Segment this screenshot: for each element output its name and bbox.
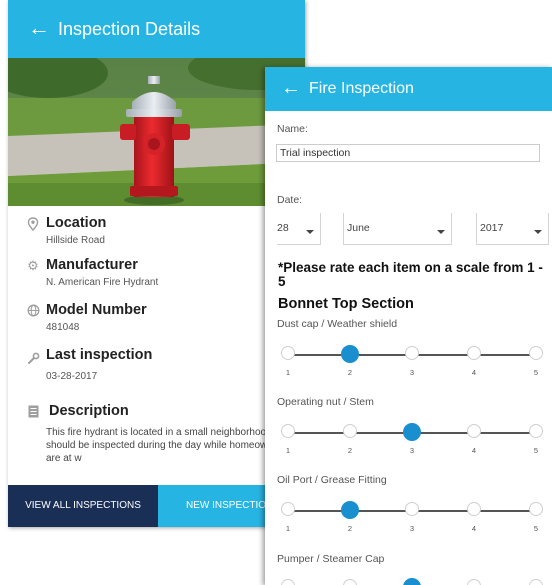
rating-number: 1 (285, 368, 291, 377)
location-label: Location (46, 215, 107, 231)
globe-icon (26, 304, 40, 318)
rating-number: 2 (347, 368, 353, 377)
details-header: ← Inspection Details (8, 0, 305, 58)
question-label: Pumper / Steamer Cap (277, 553, 385, 565)
rating-number: 2 (347, 524, 353, 533)
rating-number: 3 (409, 524, 415, 533)
rating-option-2[interactable] (341, 345, 359, 363)
rating-option-4[interactable] (467, 502, 481, 516)
description-label: Description (49, 403, 129, 419)
rating-option-1[interactable] (281, 579, 295, 585)
rating-option-5[interactable] (529, 424, 543, 438)
section-title: Bonnet Top Section (278, 296, 414, 312)
day-select[interactable]: 28 (277, 213, 321, 245)
name-label: Name: (277, 123, 308, 135)
rating-number: 4 (471, 524, 477, 533)
rating-option-1[interactable] (281, 346, 295, 360)
chevron-down-icon (437, 230, 445, 234)
date-label: Date: (277, 194, 303, 206)
rating-number: 2 (347, 446, 353, 455)
gear-icon: ⚙ (27, 258, 39, 273)
question-label: Oil Port / Grease Fitting (277, 474, 387, 486)
rating-number: 3 (409, 368, 415, 377)
rating-slider[interactable]: 12345 (265, 578, 552, 585)
model-number-value: 481048 (46, 322, 80, 333)
rating-option-4[interactable] (467, 579, 481, 585)
rating-option-2[interactable] (343, 424, 357, 438)
description-value: This fire hydrant is located in a small … (46, 427, 296, 464)
rating-slider[interactable]: 1 2 3 4 5 (265, 501, 552, 536)
chevron-down-icon (306, 230, 314, 234)
rating-number: 5 (533, 446, 539, 455)
rating-option-3[interactable] (405, 346, 419, 360)
details-title: Inspection Details (58, 19, 201, 39)
back-arrow-icon[interactable]: ← (281, 78, 301, 98)
last-inspection-label: Last inspection (46, 347, 153, 363)
rating-number: 4 (471, 446, 477, 455)
globe-icon-svg (27, 304, 39, 317)
rating-option-2[interactable] (341, 501, 359, 519)
fire-inspection-screen: ← Fire Inspection Name: Trial inspection… (265, 67, 552, 585)
location-pin-icon (26, 217, 40, 231)
day-value: 28 (277, 222, 289, 234)
rating-option-3[interactable] (403, 423, 421, 441)
rating-number: 1 (285, 446, 291, 455)
rating-number: 4 (471, 368, 477, 377)
back-arrow-icon[interactable]: ← (28, 17, 50, 39)
rating-number: 5 (533, 368, 539, 377)
rating-option-2[interactable] (343, 579, 357, 585)
last-inspection-value: 03-28-2017 (46, 371, 98, 382)
rating-option-3[interactable] (403, 578, 421, 585)
wrench-icon-svg (27, 352, 39, 364)
month-select[interactable]: June (343, 213, 452, 245)
fire-hydrant-photo-image (8, 58, 305, 206)
details-footer: VIEW ALL INSPECTIONS NEW INSPECTIO (8, 485, 305, 527)
rating-number: 5 (533, 524, 539, 533)
rating-number: 1 (285, 524, 291, 533)
rating-option-1[interactable] (281, 502, 295, 516)
document-icon-svg (28, 405, 38, 418)
question-label: Dust cap / Weather shield (277, 318, 398, 330)
location-pin-icon-svg (27, 217, 39, 231)
manufacturer-label: Manufacturer (46, 257, 138, 273)
name-input[interactable]: Trial inspection (276, 144, 540, 162)
view-all-inspections-button[interactable]: VIEW ALL INSPECTIONS (8, 485, 158, 527)
rating-option-5[interactable] (529, 346, 543, 360)
rating-option-3[interactable] (405, 502, 419, 516)
inspection-details-screen: ← Inspection Details Location Hillside R… (8, 0, 305, 527)
inspection-title: Fire Inspection (309, 80, 414, 97)
rating-option-4[interactable] (467, 346, 481, 360)
rating-option-5[interactable] (529, 579, 543, 585)
rating-option-5[interactable] (529, 502, 543, 516)
document-icon (26, 405, 40, 419)
rating-option-4[interactable] (467, 424, 481, 438)
model-number-label: Model Number (46, 302, 147, 318)
rating-option-1[interactable] (281, 424, 295, 438)
wrench-icon (26, 352, 40, 366)
fire-hydrant-photo (8, 58, 305, 206)
manufacturer-value: N. American Fire Hydrant (46, 277, 159, 288)
question-label: Operating nut / Stem (277, 396, 374, 408)
rating-slider[interactable]: 1 2 3 4 5 (265, 345, 552, 380)
rating-number: 3 (409, 446, 415, 455)
chevron-down-icon (534, 230, 542, 234)
rating-slider[interactable]: 1 2 3 4 5 (265, 423, 552, 458)
month-value: June (347, 222, 370, 234)
location-value: Hillside Road (46, 235, 105, 246)
rating-instructions: *Please rate each item on a scale from 1… (278, 260, 543, 289)
year-value: 2017 (480, 222, 504, 234)
inspection-header: ← Fire Inspection (265, 67, 552, 111)
year-select[interactable]: 2017 (476, 213, 549, 245)
